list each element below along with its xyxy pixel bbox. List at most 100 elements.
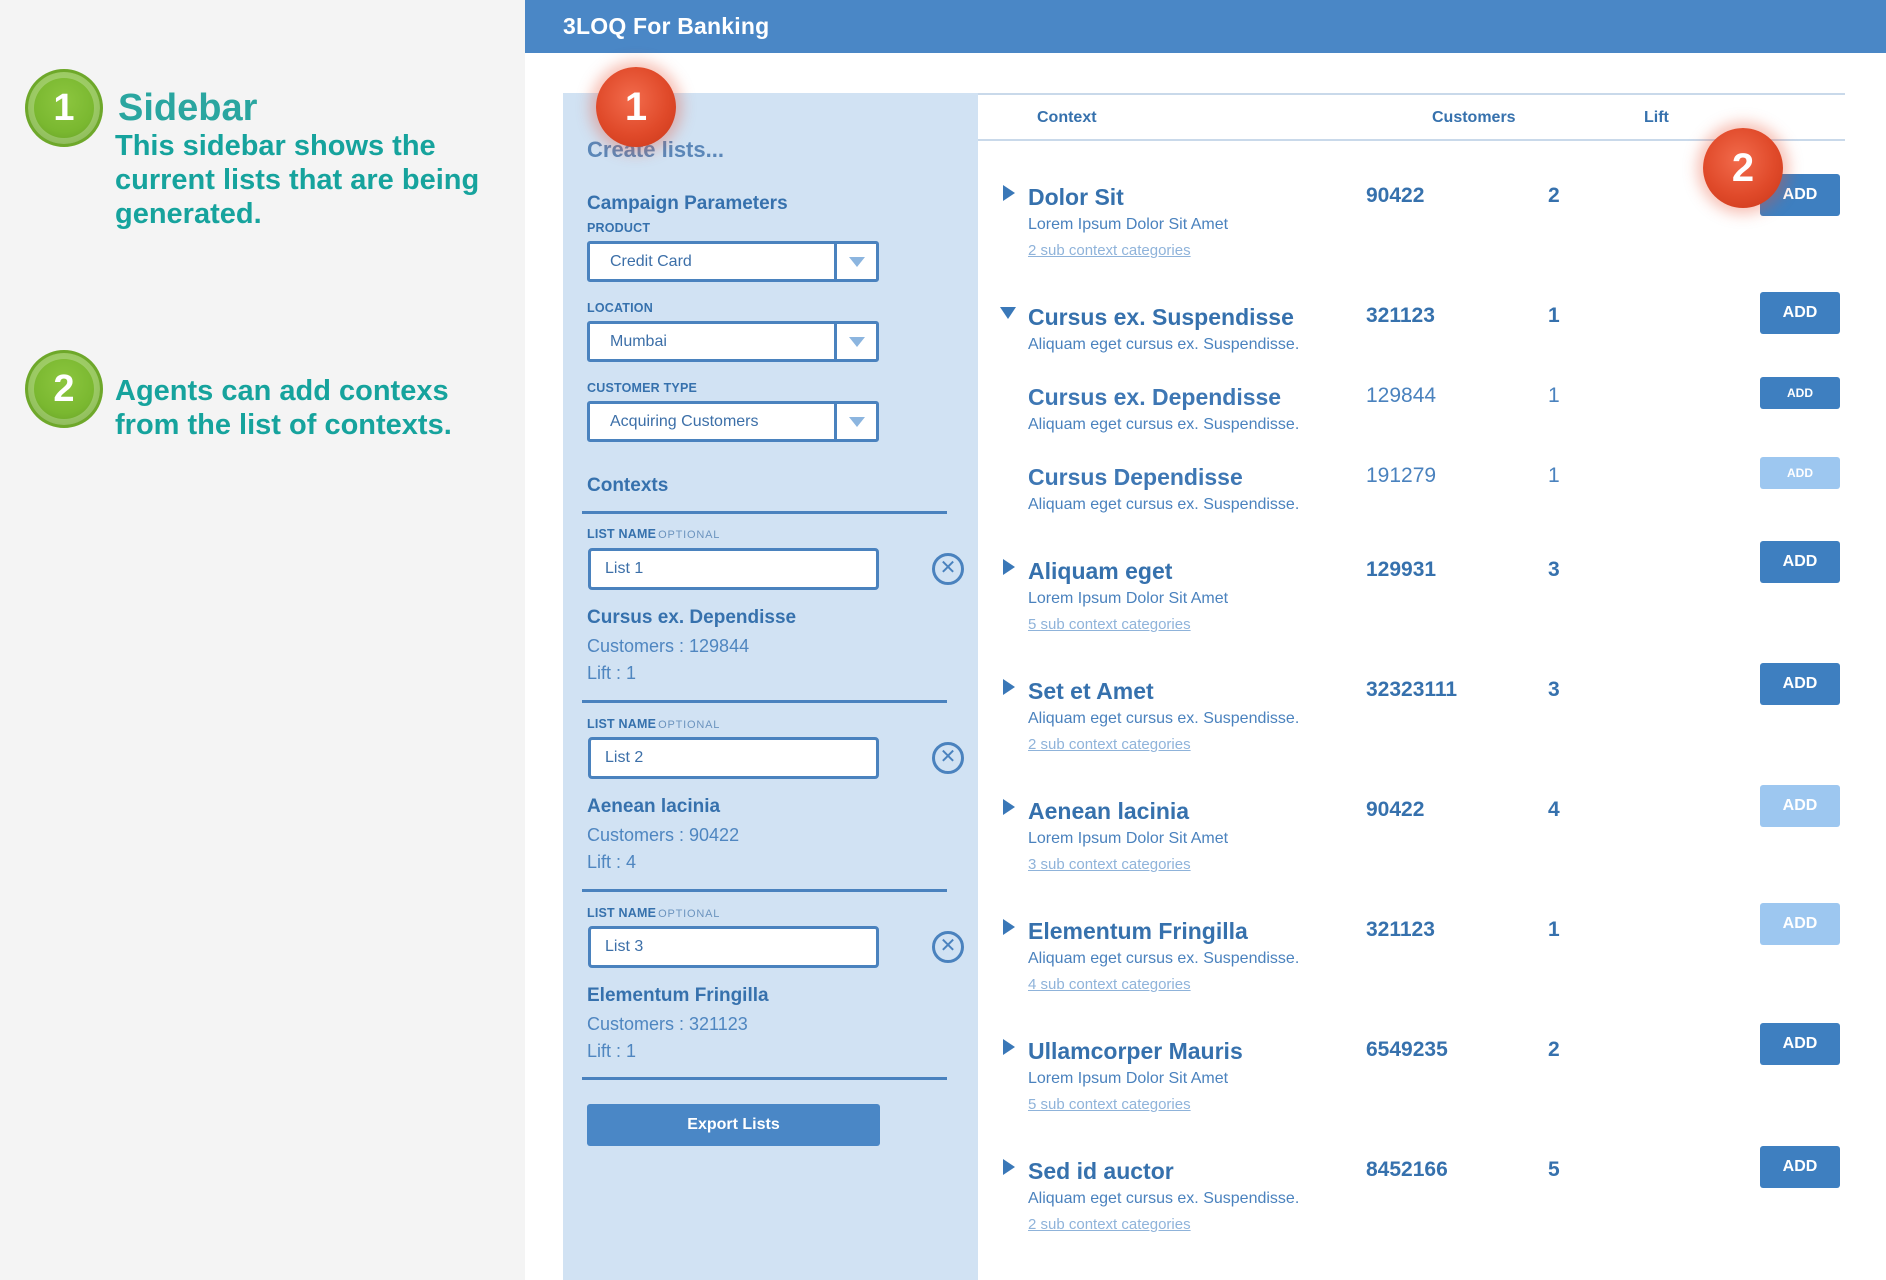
add-button[interactable]: ADD [1760, 903, 1840, 945]
optional-label: OPTIONAL [658, 719, 721, 731]
list-customers-1: Customers : 129844 [587, 636, 750, 656]
app-title: 3LOQ For Banking [563, 13, 770, 39]
row-lift: 3 [1548, 678, 1560, 701]
column-header-context: Context [1037, 109, 1097, 126]
row-context-desc: Aliquam eget cursus ex. Suspendisse. [1028, 416, 1300, 433]
list-name-field-1[interactable] [591, 551, 876, 587]
row-customers: 32323111 [1366, 678, 1458, 701]
row-context-name: Aenean lacinia [1028, 798, 1190, 824]
row-customers: 8452166 [1366, 1158, 1448, 1181]
list-name-input-3[interactable] [588, 926, 879, 968]
expand-arrow-icon[interactable] [1003, 919, 1015, 935]
list-name-label: LIST NAME OPTIONAL [587, 527, 720, 541]
row-lift: 4 [1548, 798, 1560, 821]
chevron-down-icon[interactable] [834, 404, 876, 439]
list-context-name-2: Aenean lacinia [587, 796, 721, 817]
row-lift: 1 [1548, 304, 1560, 327]
app-header: 3LOQ For Banking [525, 0, 1886, 53]
list-customers-3: Customers : 321123 [587, 1014, 748, 1034]
annotation-number-1: 1 [25, 69, 103, 147]
add-button[interactable]: ADD [1760, 1146, 1840, 1188]
row-customers: 6549235 [1366, 1038, 1448, 1061]
table-row: Sed id auctor Aliquam eget cursus ex. Su… [978, 1158, 1845, 1280]
list-name-input-1[interactable] [588, 548, 879, 590]
expand-arrow-icon[interactable] [1003, 185, 1015, 201]
add-button[interactable]: ADD [1760, 785, 1840, 827]
add-button[interactable]: ADD [1760, 1023, 1840, 1065]
row-context-desc: Lorem Ipsum Dolor Sit Amet [1028, 216, 1229, 233]
customer-type-label: CUSTOMER TYPE [587, 381, 698, 395]
annotation-text-2: Agents can add contexs from the list of … [115, 375, 452, 441]
row-context-desc: Lorem Ipsum Dolor Sit Amet [1028, 830, 1229, 847]
row-sub-context-link[interactable]: 4 sub context categories [1028, 976, 1191, 993]
expand-arrow-icon[interactable] [1003, 799, 1015, 815]
table-row: Set et Amet Aliquam eget cursus ex. Susp… [978, 678, 1845, 807]
add-button[interactable]: ADD [1760, 663, 1840, 705]
row-sub-context-link[interactable]: 2 sub context categories [1028, 1216, 1191, 1233]
annotation-title-1: Sidebar [118, 87, 258, 129]
optional-label: OPTIONAL [658, 908, 721, 920]
add-button[interactable]: ADD [1760, 292, 1840, 334]
list-name-label: LIST NAME OPTIONAL [587, 717, 720, 731]
divider [582, 1077, 947, 1080]
row-context-name: Elementum Fringilla [1028, 918, 1248, 944]
row-context-name: Dolor Sit [1028, 184, 1124, 210]
callout-marker-1: 1 [596, 67, 676, 147]
row-sub-context-link[interactable]: 2 sub context categories [1028, 242, 1191, 259]
expand-arrow-icon[interactable] [1003, 1159, 1015, 1175]
row-sub-context-link[interactable]: 3 sub context categories [1028, 856, 1191, 873]
table-row: Elementum Fringilla Aliquam eget cursus … [978, 918, 1845, 1047]
divider [582, 700, 947, 703]
annotation-number-2: 2 [25, 350, 103, 428]
close-circle-icon[interactable]: ✕ [932, 931, 964, 963]
row-context-name: Cursus ex. Suspendisse [1028, 304, 1294, 330]
close-circle-icon[interactable]: ✕ [932, 742, 964, 774]
list-name-field-3[interactable] [591, 929, 876, 965]
row-context-name: Cursus ex. Dependisse [1028, 384, 1282, 410]
table-row: Aliquam eget Lorem Ipsum Dolor Sit Amet … [978, 558, 1845, 687]
row-lift: 2 [1548, 184, 1560, 207]
collapse-arrow-icon[interactable] [1000, 307, 1016, 319]
list-customers-2: Customers : 90422 [587, 825, 740, 845]
list-lift-3: Lift : 1 [587, 1041, 637, 1061]
add-button[interactable]: ADD [1760, 541, 1840, 583]
divider [582, 511, 947, 514]
list-lift-1: Lift : 1 [587, 663, 637, 683]
row-customers: 129844 [1366, 384, 1437, 407]
product-select[interactable]: Credit Card [587, 241, 879, 282]
add-button[interactable]: ADD [1760, 457, 1840, 489]
row-context-name: Ullamcorper Mauris [1028, 1038, 1243, 1064]
contexts-title: Contexts [587, 475, 669, 496]
chevron-down-icon[interactable] [834, 324, 876, 359]
close-circle-icon[interactable]: ✕ [932, 553, 964, 585]
list-name-field-2[interactable] [591, 740, 876, 776]
list-name-label-text: LIST NAME [587, 527, 657, 541]
expand-arrow-icon[interactable] [1003, 1039, 1015, 1055]
row-context-desc: Aliquam eget cursus ex. Suspendisse. [1028, 710, 1300, 727]
location-select[interactable]: Mumbai [587, 321, 879, 362]
add-button[interactable]: ADD [1760, 377, 1840, 409]
row-context-name: Aliquam eget [1028, 558, 1173, 584]
row-context-desc: Lorem Ipsum Dolor Sit Amet [1028, 590, 1229, 607]
row-context-desc: Lorem Ipsum Dolor Sit Amet [1028, 1070, 1229, 1087]
row-context-name: Set et Amet [1028, 678, 1154, 704]
optional-label: OPTIONAL [658, 529, 721, 541]
chevron-down-icon[interactable] [834, 244, 876, 279]
callout-marker-2: 2 [1703, 128, 1783, 208]
row-context-name: Cursus Dependisse [1028, 464, 1243, 490]
row-sub-context-link[interactable]: 5 sub context categories [1028, 1096, 1191, 1113]
expand-arrow-icon[interactable] [1003, 679, 1015, 695]
row-sub-context-link[interactable]: 2 sub context categories [1028, 736, 1191, 753]
row-lift: 5 [1548, 1158, 1560, 1181]
row-lift: 2 [1548, 1038, 1560, 1061]
list-name-label: LIST NAME OPTIONAL [587, 906, 720, 920]
export-lists-button[interactable]: Export Lists [587, 1104, 880, 1146]
expand-arrow-icon[interactable] [1003, 559, 1015, 575]
table-top-divider [978, 93, 1845, 95]
product-select-value: Credit Card [610, 253, 692, 270]
row-context-desc: Aliquam eget cursus ex. Suspendisse. [1028, 496, 1300, 513]
list-name-input-2[interactable] [588, 737, 879, 779]
sidebar: Create lists... Campaign Parameters PROD… [563, 93, 978, 1280]
row-sub-context-link[interactable]: 5 sub context categories [1028, 616, 1191, 633]
customer-type-select[interactable]: Acquiring Customers [587, 401, 879, 442]
